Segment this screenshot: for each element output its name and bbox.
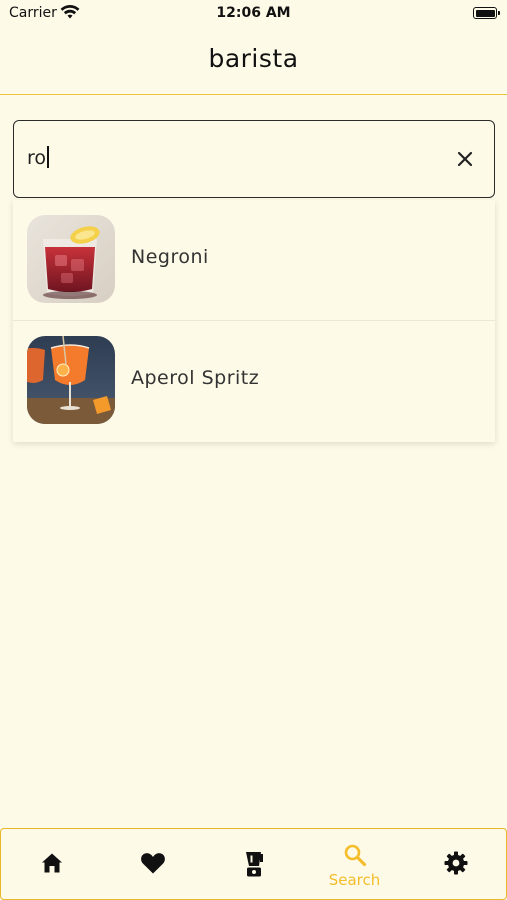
search-results-list: Negroni Aperol Spritz: [13, 200, 495, 442]
tab-search-label: Search: [328, 871, 381, 889]
list-item[interactable]: Negroni: [13, 200, 495, 321]
battery-icon: [473, 7, 500, 19]
heart-icon: [140, 853, 165, 874]
tab-settings[interactable]: [405, 829, 506, 899]
search-field[interactable]: ro: [13, 120, 495, 198]
app-header: barista: [0, 30, 507, 95]
search-input-value: ro: [27, 147, 47, 169]
search-icon: [344, 844, 366, 867]
blender-icon: [245, 852, 263, 877]
tab-blender[interactable]: [203, 829, 304, 899]
result-name: Negroni: [131, 246, 209, 268]
list-item[interactable]: Aperol Spritz: [13, 321, 495, 442]
tab-favorites[interactable]: [102, 829, 203, 899]
home-icon: [41, 853, 62, 873]
bottom-tab-bar: Search: [0, 828, 507, 900]
result-name: Aperol Spritz: [131, 367, 260, 389]
text-caret: [47, 146, 50, 168]
search-input[interactable]: ro: [27, 146, 50, 169]
negroni-thumbnail: [27, 215, 115, 303]
clear-search-icon[interactable]: [454, 148, 476, 170]
status-bar: Carrier 12:06 AM: [0, 0, 507, 30]
tab-search[interactable]: Search: [304, 829, 405, 899]
aperol-spritz-thumbnail: [27, 336, 115, 424]
page-title: barista: [208, 44, 299, 73]
tab-home[interactable]: [1, 829, 102, 899]
status-time: 12:06 AM: [216, 5, 291, 21]
gear-icon: [444, 851, 467, 875]
